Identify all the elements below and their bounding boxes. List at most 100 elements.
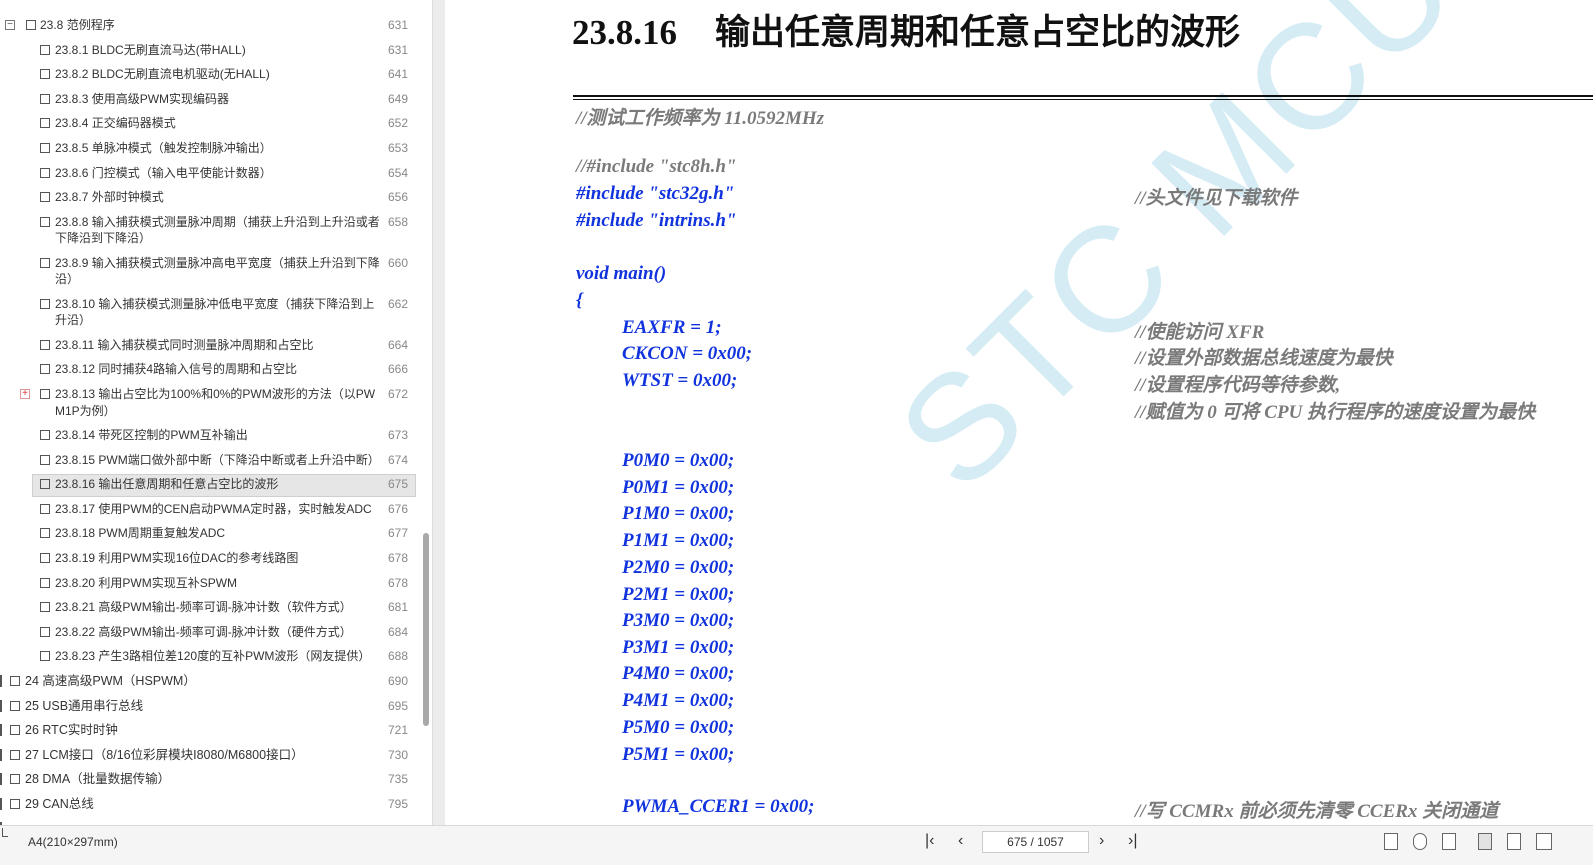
- collapse-toggle-icon[interactable]: −: [5, 20, 15, 30]
- single-page-icon[interactable]: [1507, 833, 1521, 850]
- toc-item-label: 23.8.6 门控模式（输入电平使能计数器）: [55, 165, 272, 182]
- toc-item-label-line: 23.8.22 高级PWM输出-频率可调-脉冲计数（硬件方式）: [55, 624, 352, 639]
- toc-item[interactable]: 26 RTC实时时钟 721: [0, 723, 420, 748]
- toc-item[interactable]: 24 高速高级PWM（HSPWM） 690: [0, 674, 420, 699]
- toc-page-number: 672: [388, 387, 409, 401]
- toc-item-label-line: 23.8.3 使用高级PWM实现编码器: [55, 91, 230, 106]
- toc-item[interactable]: − 23.8 范例程序 631: [0, 18, 420, 43]
- toc-page-number: 690: [388, 674, 409, 688]
- bookmark-icon: [40, 553, 50, 563]
- toc-page-number: 676: [388, 501, 409, 516]
- toc-page-number: 653: [388, 141, 409, 155]
- toc-item[interactable]: 23.8.19 利用PWM实现16位DAC的参考线路图 678: [0, 551, 420, 576]
- first-page-icon[interactable]: |‹: [925, 832, 934, 850]
- bookmark-icon: [40, 364, 50, 375]
- bookmark-icon: [40, 651, 50, 662]
- toc-item-label-line: 23.8.14 带死区控制的PWM互补输出: [55, 428, 248, 442]
- toc-item[interactable]: 23.8.1 BLDC无刷直流马达(带HALL) 631: [0, 43, 420, 68]
- continuous-view-icon[interactable]: [1478, 833, 1492, 850]
- bookmark-icon: [40, 118, 50, 129]
- toc-item[interactable]: 29 CAN总线 795: [0, 797, 420, 822]
- toc-item-label: 23.8.5 单脉冲模式（触发控制脉冲输出）: [55, 140, 272, 157]
- bookmark-icon: [40, 192, 50, 203]
- code-line: PWMA_CCER1 = 0x00;: [622, 796, 815, 817]
- bookmark-icon: [40, 69, 50, 80]
- toc-item[interactable]: 25 USB通用串行总线 695: [0, 699, 420, 724]
- fit-width-icon[interactable]: [1442, 833, 1456, 850]
- toc-item-label: 23.8.7 外部时钟模式: [55, 189, 164, 206]
- toc-page-number: 631: [388, 42, 409, 57]
- sidebar-scrollbar-thumb[interactable]: [423, 533, 429, 726]
- toc-item[interactable]: 28 DMA（批量数据传输） 735: [0, 772, 420, 797]
- toc-item[interactable]: 23.8.5 单脉冲模式（触发控制脉冲输出） 653: [0, 141, 420, 166]
- toc-item[interactable]: 23.8.11 输入捕获模式同时测量脉冲周期和占空比 664: [0, 338, 420, 363]
- toc-item[interactable]: 23.8.8 输入捕获模式测量脉冲周期（捕获上升沿到上升沿或者 下降沿到下降沿） 6…: [0, 215, 420, 256]
- toc-item[interactable]: 23.8.2 BLDC无刷直流电机驱动(无HALL) 641: [0, 67, 420, 92]
- toc-item[interactable]: 23.8.7 外部时钟模式 656: [0, 190, 420, 215]
- toc-page-number: 658: [388, 214, 409, 229]
- toc-item-label: 23.8.10 输入捕获模式测量脉冲低电平宽度（捕获下降沿到上 升沿）: [55, 296, 374, 329]
- toc-item-label: 23.8.14 带死区控制的PWM互补输出: [55, 427, 248, 444]
- toc-item-selected[interactable]: 23.8.16 输出任意周期和任意占空比的波形 675: [0, 474, 420, 502]
- toc-item-label-line: 23.8.18 PWM周期重复触发ADC: [55, 526, 226, 541]
- sidebar-splitter[interactable]: [432, 0, 445, 825]
- toc-item-label: 29 CAN总线: [25, 796, 94, 813]
- toc-page-number: 688: [388, 649, 409, 664]
- bookmark-icon: [40, 454, 50, 465]
- bookmark-icon: [40, 430, 50, 440]
- toc-item[interactable]: 23.8.20 利用PWM实现互补SPWM 678: [0, 576, 420, 601]
- toc-item-label: 23.8.8 输入捕获模式测量脉冲周期（捕获上升沿到上升沿或者 下降沿到下降沿）: [55, 214, 380, 247]
- toc-page-number: 664: [388, 337, 409, 352]
- toc-item-label-line: 29 CAN总线: [25, 797, 94, 811]
- toc-item[interactable]: 27 LCM接口（8/16位彩屏模块I8080/M6800接口） 730: [0, 748, 420, 773]
- prev-page-icon[interactable]: ‹: [958, 832, 963, 850]
- two-page-icon[interactable]: [1536, 833, 1552, 850]
- toc-item[interactable]: 23.8.3 使用高级PWM实现编码器 649: [0, 92, 420, 117]
- toc-item-label-line: 25 USB通用串行总线: [25, 698, 144, 713]
- toc-item[interactable]: 23.8.4 正交编码器模式 652: [0, 116, 420, 141]
- expand-toggle-icon[interactable]: +: [20, 389, 30, 399]
- bookmark-icon: [10, 799, 20, 809]
- toc-item[interactable]: 23.8.18 PWM周期重复触发ADC 677: [0, 526, 420, 551]
- fit-page-icon[interactable]: [1384, 833, 1398, 850]
- toc-page-number: 721: [388, 723, 409, 738]
- next-page-icon[interactable]: ›: [1099, 832, 1104, 850]
- toc-item[interactable]: 23.8.12 同时捕获4路输入信号的周期和占空比 666: [0, 362, 420, 387]
- toc-item-label-line: 23.8.8 输入捕获模式测量脉冲周期（捕获上升沿到上升沿或者: [55, 214, 380, 229]
- code-comment: //设置外部数据总线速度为最快: [1135, 348, 1393, 369]
- toc-item[interactable]: 23.8.23 产生3路相位差120度的互补PWM波形（网友提供） 688: [0, 649, 420, 674]
- toc-item[interactable]: 23.8.22 高级PWM输出-频率可调-脉冲计数（硬件方式） 684: [0, 625, 420, 650]
- toc-item-label: 23.8.16 输出任意周期和任意占空比的波形: [55, 476, 278, 493]
- toc-item-label-line: 23.8.10 输入捕获模式测量脉冲低电平宽度（捕获下降沿到上: [55, 296, 375, 311]
- toc-item[interactable]: 23.8.9 输入捕获模式测量脉冲高电平宽度（捕获上升沿到下降 沿） 660: [0, 256, 420, 297]
- last-page-icon[interactable]: ›|: [1128, 832, 1137, 850]
- bookmark-icon: [10, 725, 20, 736]
- bookmark-icon: [40, 216, 50, 227]
- code-comment: //写 CCMRx 前必须先清零 CCERx 关闭通道: [1135, 801, 1499, 822]
- toc-page-number: 684: [388, 624, 409, 639]
- outline-sidebar: − 23.8 范例程序 631 23.8.1 BLDC无刷直流马达(带HALL) 631…: [0, 0, 432, 825]
- toc-item[interactable]: 23.8.6 门控模式（输入电平使能计数器） 654: [0, 166, 420, 191]
- page-number-input[interactable]: 675 / 1057: [982, 831, 1089, 853]
- code-line: CKCON = 0x00;: [622, 343, 753, 364]
- code-line: P4M0 = 0x00;: [622, 663, 735, 684]
- toc-page-number: 652: [388, 116, 409, 131]
- tree-line: [0, 773, 2, 786]
- toc-item-label: 23.8.21 高级PWM输出-频率可调-脉冲计数（软件方式）: [55, 599, 352, 616]
- toc-item-label: 23.8.19 利用PWM实现16位DAC的参考线路图: [55, 550, 298, 567]
- sidebar-handle-icon[interactable]: [2, 828, 8, 837]
- bookmark-icon: [40, 298, 50, 309]
- toc-item[interactable]: 23.8.10 输入捕获模式测量脉冲低电平宽度（捕获下降沿到上 升沿） 662: [0, 297, 420, 338]
- actual-size-icon[interactable]: [1413, 833, 1427, 850]
- sidebar-scrollbar[interactable]: [420, 0, 432, 825]
- bookmark-icon: [10, 749, 20, 760]
- toc-item[interactable]: 23.8.14 带死区控制的PWM互补输出 673: [0, 428, 420, 453]
- tree-line: [0, 724, 2, 737]
- toc-item-label: 23.8.22 高级PWM输出-频率可调-脉冲计数（硬件方式）: [55, 624, 352, 641]
- toc-item[interactable]: 23.8.17 使用PWM的CEN启动PWMA定时器，实时触发ADC 676: [0, 502, 420, 527]
- toc-item[interactable]: +23.8.13 输出占空比为100%和0%的PWM波形的方法（以PW M1P为例…: [0, 387, 420, 428]
- toc-item-label: 27 LCM接口（8/16位彩屏模块I8080/M6800接口）: [25, 747, 304, 764]
- toc-item[interactable]: 23.8.21 高级PWM输出-频率可调-脉冲计数（软件方式） 681: [0, 600, 420, 625]
- toc-item-label: 23.8.18 PWM周期重复触发ADC: [55, 525, 225, 542]
- toc-item-label: 23.8.9 输入捕获模式测量脉冲高电平宽度（捕获上升沿到下降 沿）: [55, 255, 380, 288]
